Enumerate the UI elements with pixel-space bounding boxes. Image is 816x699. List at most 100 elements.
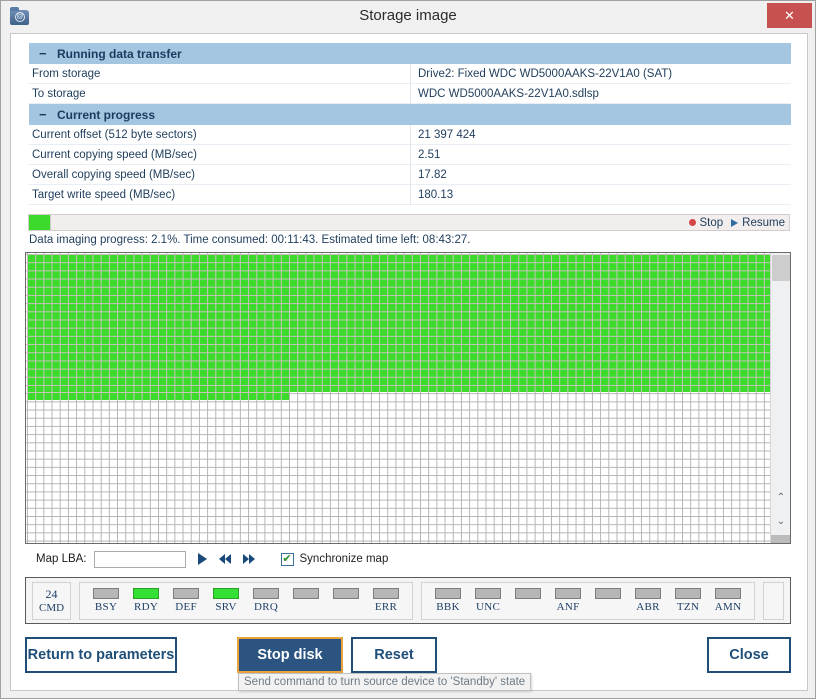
error-bit-2 [508,588,548,613]
status-bit-label: SRV [215,601,237,613]
progress-bar-fill [29,215,51,230]
led-icon [475,588,502,599]
error-bit-tzn: TZN [668,588,708,613]
table-row: From storage Drive2: Fixed WDC WD5000AAK… [29,63,791,84]
section-current-progress: − Current progress Current offset (512 b… [29,104,791,205]
resume-button[interactable]: Resume [731,217,785,229]
device-register-bar: 24 CMD BSY RDY DEF SRV DRQ ERR BBK UNC A… [25,577,791,624]
section-running-data-transfer: − Running data transfer From storage Dri… [29,43,791,104]
error-bit-anf: ANF [548,588,588,613]
status-bit-label: DEF [175,601,197,613]
return-to-parameters-button[interactable]: Return to parameters [25,637,177,673]
table-row: Current offset (512 byte sectors) 21 397… [29,124,791,145]
play-icon [197,553,207,565]
row-value: WDC WD5000AAKS-22V1A0.sdlsp [418,87,599,100]
reset-button[interactable]: Reset [351,637,437,673]
map-lba-input[interactable] [93,550,186,568]
led-icon [595,588,622,599]
row-key: From storage [29,63,411,84]
error-bit-abr: ABR [628,588,668,613]
led-icon [333,588,360,599]
title-bar: @ Storage image ✕ [1,1,815,32]
error-bit-label: BBK [436,601,460,613]
led-icon [253,588,280,599]
map-lba-go-button[interactable] [197,553,207,565]
status-bit-srv: SRV [206,588,246,613]
led-icon [373,588,400,599]
led-icon [93,588,120,599]
map-lba-next-button[interactable] [242,554,255,564]
status-bit-6 [326,588,366,613]
row-key: Target write speed (MB/sec) [29,184,411,205]
resume-label: Resume [742,216,785,229]
status-bit-bsy: BSY [86,588,126,613]
table-row: Target write speed (MB/sec) 180.13 [29,184,791,205]
stop-label: Stop [699,216,724,229]
error-bit-bbk: BBK [428,588,468,613]
error-bit-label: ANF [556,601,580,613]
scrollbar-thumb[interactable] [772,255,790,281]
table-row: Overall copying speed (MB/sec) 17.82 [29,164,791,185]
close-button[interactable]: Close [707,637,791,673]
status-bit-label: DRQ [254,601,279,613]
stop-disk-button[interactable]: Stop disk [237,637,343,673]
map-lba-prev-button[interactable] [218,554,231,564]
fast-forward-icon [248,554,255,564]
command-register-value: 24 [45,587,58,601]
scroll-down-icon[interactable]: ⌄ [771,511,790,531]
error-bit-unc: UNC [468,588,508,613]
error-bit-label: UNC [476,601,501,613]
error-bit-label: AMN [714,601,742,613]
collapse-icon[interactable]: − [39,107,51,122]
led-icon [133,588,160,599]
map-lba-label: Map LBA: [36,553,87,565]
led-icon [635,588,662,599]
table-row: To storage WDC WD5000AAKS-22V1A0.sdlsp [29,83,791,104]
row-key: Current copying speed (MB/sec) [29,144,411,165]
close-icon[interactable]: ✕ [767,3,812,28]
sector-map[interactable]: ⌃ ⌄ [25,252,791,544]
progress-actions: Stop Resume [688,215,785,230]
led-icon [715,588,742,599]
status-bit-label: RDY [134,601,159,613]
error-bit-amn: AMN [708,588,748,613]
row-key: Overall copying speed (MB/sec) [29,164,411,185]
row-value: 17.82 [418,168,447,181]
map-scrollbar[interactable]: ⌃ ⌄ [770,253,790,543]
status-bit-def: DEF [166,588,206,613]
synchronize-map-label: Synchronize map [299,553,389,565]
scrollbar-corner [771,535,790,543]
status-bit-err: ERR [366,588,406,613]
synchronize-map-checkbox[interactable]: ✔ Synchronize map [280,552,389,566]
section-title: Running data transfer [57,46,182,61]
error-bit-4 [588,588,628,613]
led-icon [515,588,542,599]
collapse-icon[interactable]: − [39,46,51,61]
sector-map-grid[interactable] [26,253,770,543]
row-value: 180.13 [418,188,454,201]
status-bit-5 [286,588,326,613]
row-value: 2.51 [418,148,441,161]
section-header-current-progress[interactable]: − Current progress [29,104,791,125]
led-icon [555,588,582,599]
stop-button[interactable]: Stop [688,216,724,229]
scroll-up-icon[interactable]: ⌃ [771,487,790,507]
progress-bar: Stop Resume [28,214,790,231]
row-key: Current offset (512 byte sectors) [29,124,411,145]
checkbox-check-icon[interactable]: ✔ [280,552,294,566]
table-row: Current copying speed (MB/sec) 2.51 [29,144,791,165]
status-bit-label: ERR [374,601,398,613]
led-icon [293,588,320,599]
error-bit-label: ABR [636,601,660,613]
sector-map-completed-region [27,254,770,392]
status-register-group: BSY RDY DEF SRV DRQ ERR [79,581,414,620]
section-title: Current progress [57,107,156,122]
rewind-icon [224,554,231,564]
row-value: 21 397 424 [418,128,476,141]
map-lba-toolbar: Map LBA: ✔ Synchronize map [25,546,791,572]
section-header-running-data-transfer[interactable]: − Running data transfer [29,43,791,64]
command-register: 24 CMD [32,581,72,620]
window-title: Storage image [359,7,457,24]
status-bit-drq: DRQ [246,588,286,613]
resume-icon [731,218,739,227]
